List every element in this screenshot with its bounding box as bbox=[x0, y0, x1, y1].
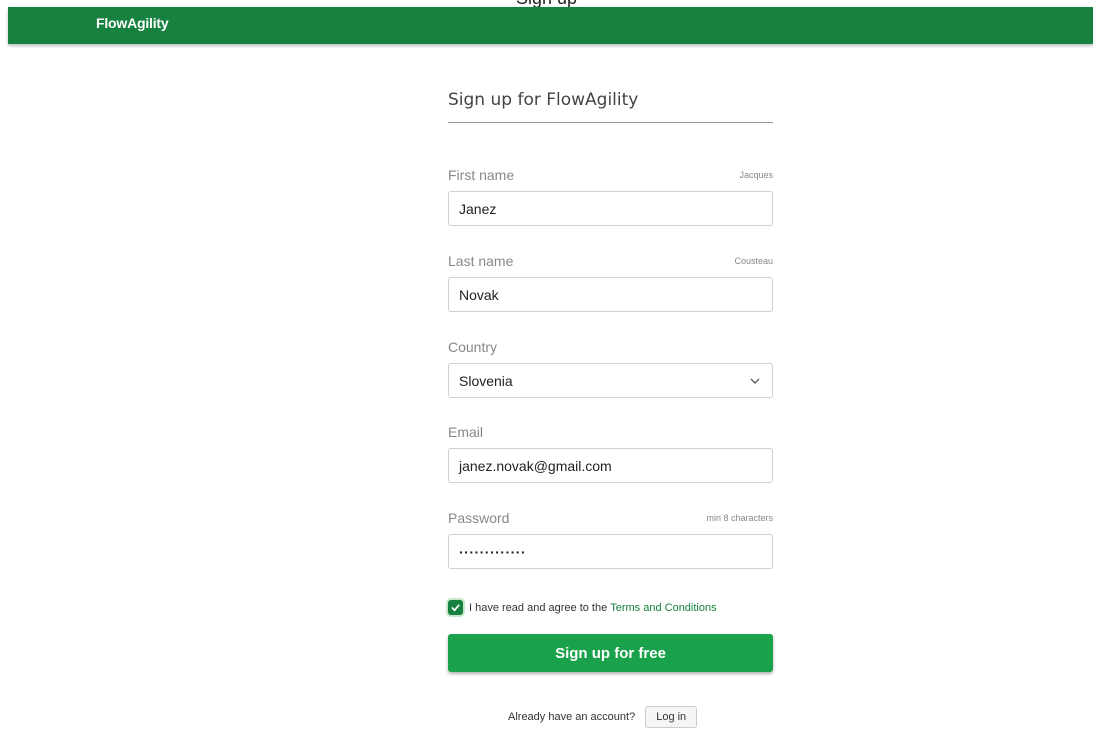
last-name-input[interactable]: Novak bbox=[448, 277, 773, 312]
top-bar: FlowAgility bbox=[8, 7, 1093, 44]
signup-button[interactable]: Sign up for free bbox=[448, 634, 773, 672]
first-name-value: Janez bbox=[459, 200, 497, 217]
last-name-hint: Cousteau bbox=[734, 256, 773, 266]
agree-text: I have read and agree to the bbox=[469, 601, 608, 614]
password-input[interactable]: ············· bbox=[448, 534, 773, 569]
country-label: Country bbox=[448, 339, 498, 355]
check-icon bbox=[451, 604, 460, 612]
email-field-group: Email janez.novak@gmail.com bbox=[448, 424, 773, 483]
country-value: Slovenia bbox=[459, 372, 513, 389]
login-button[interactable]: Log in bbox=[645, 706, 698, 728]
password-value: ············· bbox=[459, 543, 527, 560]
first-name-input[interactable]: Janez bbox=[448, 191, 773, 226]
country-field-group: Country Slovenia bbox=[448, 339, 773, 398]
password-hint: min 8 characters bbox=[706, 513, 773, 523]
page-title: Sign up for FlowAgility bbox=[448, 90, 773, 123]
terms-link[interactable]: Terms and Conditions bbox=[610, 602, 716, 614]
brand-logo[interactable]: FlowAgility bbox=[96, 15, 169, 31]
email-label: Email bbox=[448, 424, 484, 440]
last-name-field-group: Last name Cousteau Novak bbox=[448, 253, 773, 312]
agree-checkbox[interactable] bbox=[448, 600, 463, 615]
last-name-value: Novak bbox=[459, 286, 499, 303]
login-prompt: Already have an account? Log in bbox=[508, 706, 698, 728]
terms-agreement: I have read and agree to the Terms and C… bbox=[448, 600, 717, 615]
first-name-hint: Jacques bbox=[739, 170, 773, 180]
email-value: janez.novak@gmail.com bbox=[459, 457, 612, 474]
password-field-group: Password min 8 characters ············· bbox=[448, 510, 773, 569]
password-label: Password bbox=[448, 510, 510, 526]
email-input[interactable]: janez.novak@gmail.com bbox=[448, 448, 773, 483]
first-name-field-group: First name Jacques Janez bbox=[448, 167, 773, 226]
chevron-down-icon bbox=[750, 378, 760, 384]
have-account-text: Already have an account? bbox=[508, 711, 636, 723]
signup-form: Sign up for FlowAgility First name Jacqu… bbox=[448, 90, 773, 728]
first-name-label: First name bbox=[448, 167, 515, 183]
last-name-label: Last name bbox=[448, 253, 514, 269]
country-select[interactable]: Slovenia bbox=[448, 363, 773, 398]
